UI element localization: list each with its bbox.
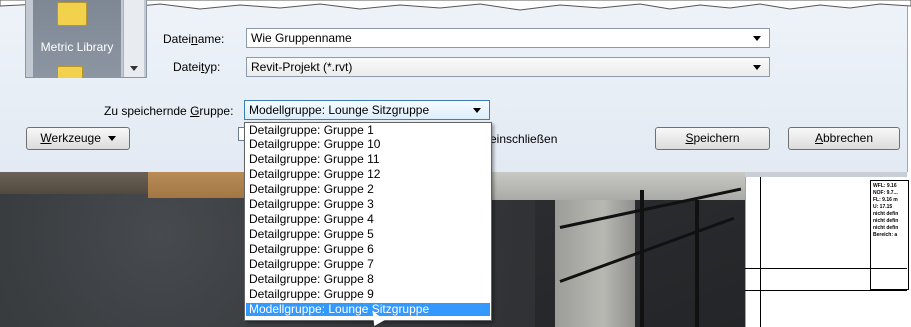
folder-icon [57,66,83,78]
group-label: Zu speichernde Gruppe: [104,104,234,118]
room-tag-line: nicht defin [873,211,899,217]
room-tag-line: nicht defin [873,225,899,231]
list-item[interactable]: Detailgruppe: Gruppe 4 [246,213,490,226]
list-item[interactable]: Detailgruppe: Gruppe 1 [246,124,490,137]
chevron-down-icon [753,65,761,70]
list-item[interactable]: Detailgruppe: Gruppe 3 [246,198,490,211]
chevron-down-icon[interactable] [753,36,761,41]
folder-icon [57,2,87,26]
chevron-down-icon [107,136,116,142]
plan-line [760,177,761,327]
room-tag-line: Bereich: a [873,232,898,238]
list-item[interactable]: Detailgruppe: Gruppe 12 [246,168,490,181]
render-railing [695,200,699,327]
group-dropdown-list: Detailgruppe: Gruppe 1 Detailgruppe: Gru… [244,122,492,321]
plan-line [745,268,907,269]
list-item[interactable]: Detailgruppe: Gruppe 2 [246,183,490,196]
filename-label: Dateiname: [163,32,225,46]
room-tag-line: nicht defin [873,218,899,224]
filename-input[interactable]: Wie Gruppenname [246,28,770,48]
include-label: einschließen [490,132,558,146]
group-select[interactable]: Modellgruppe: Lounge Sitzgruppe [244,100,490,120]
places-scrollbar[interactable] [123,0,144,77]
room-tag: WFL: 9.16 NOF: 9.7... FL: 9.16 m U: 17.1… [870,180,909,290]
list-item[interactable]: Detailgruppe: Gruppe 9 [246,288,490,301]
list-item[interactable]: Detailgruppe: Gruppe 10 [246,138,490,151]
list-item[interactable]: Detailgruppe: Gruppe 8 [246,273,490,286]
room-tag-line: NOF: 9.7... [873,190,898,196]
list-item[interactable]: Detailgruppe: Gruppe 11 [246,153,490,166]
chevron-down-icon [130,66,138,71]
save-button[interactable]: Speichern [655,127,770,150]
filetype-label: Dateityp: [173,60,221,74]
room-tag-line: U: 17.15 [873,204,893,210]
list-item[interactable]: Detailgruppe: Gruppe 7 [246,258,490,271]
plan-line [745,290,907,291]
chevron-down-icon [473,108,481,113]
room-tag-line: FL: 9.16 m [873,197,898,203]
cancel-button[interactable]: Abbrechen [788,127,900,150]
metric-library-label: Metric Library [40,40,114,54]
filetype-select[interactable]: Revit-Projekt (*.rvt) [246,57,770,77]
list-item[interactable]: Detailgruppe: Gruppe 6 [246,243,490,256]
room-tag-line: WFL: 9.16 [873,183,897,189]
render-rug [148,172,258,198]
tools-button[interactable]: Werkzeuge [26,127,130,150]
list-item[interactable]: Detailgruppe: Gruppe 5 [246,228,490,241]
plan-view-header [745,172,907,177]
